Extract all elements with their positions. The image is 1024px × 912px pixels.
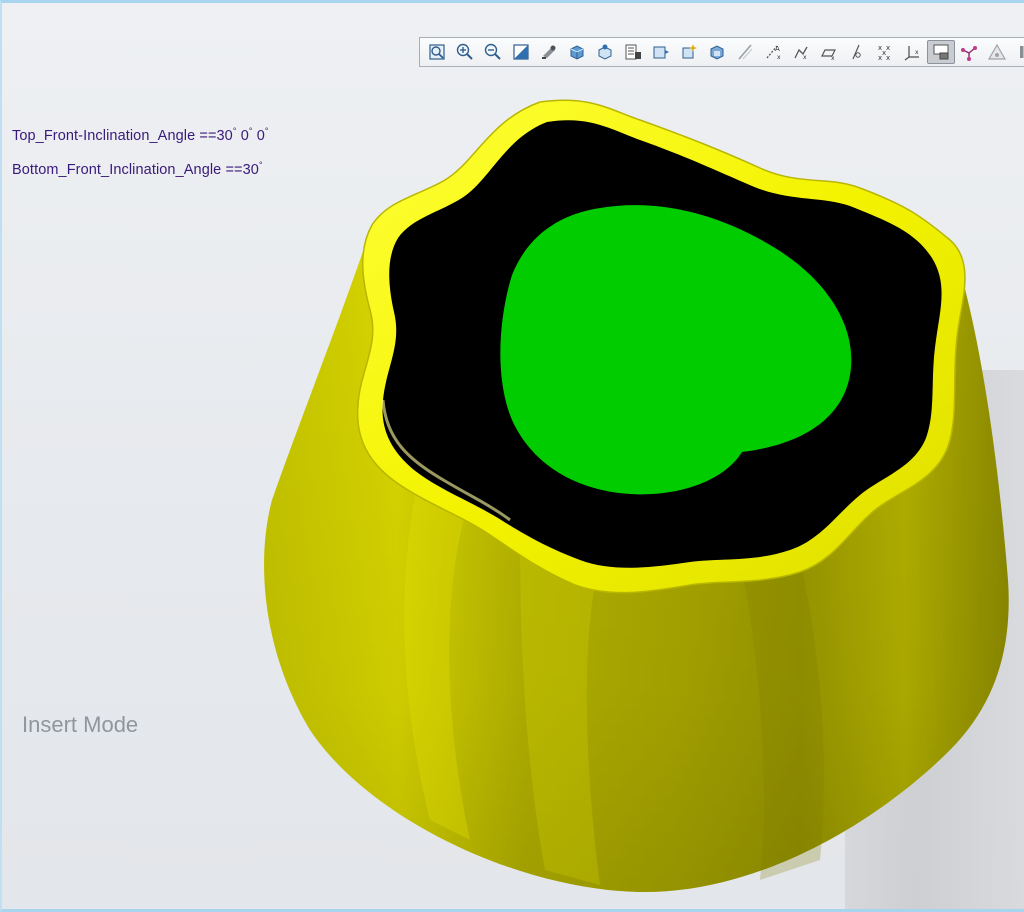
bottom-angle-annotation: Bottom_Front_Inclination_Angle ==30° bbox=[12, 160, 263, 178]
shaded-view-icon[interactable] bbox=[563, 40, 591, 64]
svg-text:x: x bbox=[803, 54, 807, 61]
top-angle-second: 0 bbox=[236, 127, 249, 144]
svg-text:x: x bbox=[777, 54, 781, 61]
display-style-icon[interactable] bbox=[535, 40, 563, 64]
bottom-angle-label: Bottom_Front_Inclination_Angle ==30 bbox=[12, 161, 259, 178]
svg-text:x: x bbox=[831, 55, 835, 62]
connection-icon[interactable] bbox=[955, 40, 983, 64]
mode-indicator: Insert Mode bbox=[22, 712, 139, 737]
spin-center-icon[interactable] bbox=[647, 40, 675, 64]
top-angle-annotation: Top_Front-Inclination_Angle ==30° 0° 0° bbox=[12, 126, 269, 144]
top-angle-third: 0 bbox=[252, 127, 265, 144]
zoom-in-icon[interactable] bbox=[451, 40, 479, 64]
graphics-viewport[interactable]: Top_Front-Inclination_Angle ==30° 0° 0° … bbox=[0, 0, 1024, 912]
top-angle-label: Top_Front-Inclination_Angle ==30 bbox=[12, 127, 233, 144]
saved-views-icon[interactable] bbox=[591, 40, 619, 64]
zoom-out-icon[interactable] bbox=[479, 40, 507, 64]
datum-axes-icon[interactable]: Ax bbox=[759, 40, 787, 64]
datum-points-icon[interactable]: x bbox=[787, 40, 815, 64]
svg-text:x: x bbox=[886, 44, 890, 52]
csys-tag-icon[interactable]: x bbox=[899, 40, 927, 64]
svg-text:x: x bbox=[915, 49, 919, 56]
section-icon[interactable] bbox=[619, 40, 647, 64]
degree-symbol: ° bbox=[264, 126, 269, 136]
plane-tag-icon[interactable] bbox=[843, 40, 871, 64]
svg-text:A: A bbox=[775, 45, 780, 53]
pause-icon[interactable] bbox=[1011, 40, 1024, 64]
degree-symbol: ° bbox=[258, 160, 263, 170]
appearance-icon[interactable] bbox=[703, 40, 731, 64]
svg-text:x: x bbox=[878, 54, 882, 62]
warning-triangle-icon[interactable] bbox=[983, 40, 1011, 64]
svg-text:x: x bbox=[886, 54, 890, 62]
coordinate-systems-icon[interactable]: x bbox=[815, 40, 843, 64]
annotation-display-icon[interactable] bbox=[675, 40, 703, 64]
graphics-toolbar: Ax x x xxxxx x bbox=[419, 37, 1024, 67]
model-tree-toggle-icon[interactable] bbox=[927, 40, 955, 64]
datum-planes-icon[interactable] bbox=[731, 40, 759, 64]
point-tag-icon[interactable]: xxxxx bbox=[871, 40, 899, 64]
repaint-icon[interactable] bbox=[507, 40, 535, 64]
zoom-fit-icon[interactable] bbox=[423, 40, 451, 64]
